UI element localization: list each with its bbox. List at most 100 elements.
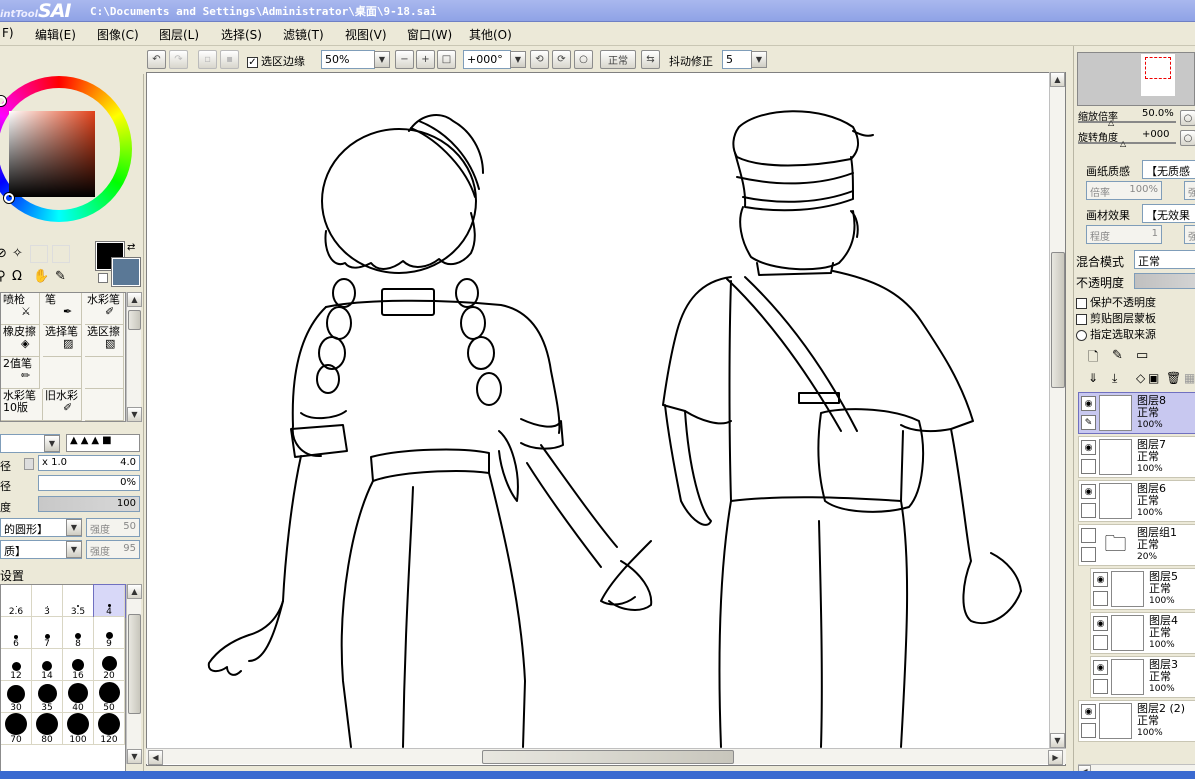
tool-binary-pen[interactable]: 2值笔 ✏ (1, 357, 40, 389)
saturation-value-square[interactable] (9, 111, 95, 197)
tool-select-eraser[interactable]: 选区擦 ▧ (85, 325, 124, 357)
paint-brush-icon[interactable]: ✎ (1081, 415, 1096, 430)
navigator-viewport[interactable] (1145, 57, 1171, 79)
layer-row[interactable]: ◉ 图层2 (2) 正常 100% (1078, 700, 1195, 742)
lasso-icon[interactable]: ⊘ (0, 246, 7, 261)
brush-size-cell[interactable]: 2.6 (1, 585, 32, 617)
brush-size-cell[interactable]: 12 (1, 649, 32, 681)
drawing-canvas[interactable] (146, 72, 1066, 766)
material-strength-field[interactable]: 强 (1184, 225, 1195, 244)
secondary-color-swatch[interactable] (111, 257, 141, 287)
visibility-eye-icon[interactable]: ◉ (1081, 484, 1096, 499)
scroll-down-icon[interactable]: ▼ (1050, 733, 1065, 748)
layer-lock-box[interactable] (1081, 459, 1096, 474)
scroll-down-icon[interactable]: ▼ (127, 749, 142, 764)
tool-airbrush[interactable]: 喷枪 ⚔ (1, 293, 40, 325)
layer-row[interactable]: ◉ 图层3 正常 100% (1090, 656, 1195, 698)
angle-reset-button[interactable]: ○ (1180, 130, 1195, 146)
brush-size-cell[interactable]: 120 (94, 713, 125, 745)
brush-size-cell[interactable]: 30 (1, 681, 32, 713)
transfer-down-icon[interactable]: ⤓ (1112, 371, 1117, 386)
slider-thumb-icon[interactable]: △ (1120, 139, 1126, 148)
visibility-eye-icon[interactable]: ◉ (1093, 616, 1108, 631)
invert-selection-button[interactable]: ▪ (220, 50, 239, 69)
brush-size-cell[interactable]: 3 (32, 585, 63, 617)
tool-old-watercolor[interactable]: 旧水彩 ✐ (43, 389, 82, 421)
density-slider[interactable]: 100 (38, 496, 140, 512)
brush-size-cell[interactable]: 3.5 (63, 585, 94, 617)
stabilizer-select[interactable]: 5 (722, 50, 752, 69)
zoom-reset-button[interactable]: □ (437, 50, 456, 69)
rotate-tool-icon[interactable]: Ω (12, 269, 22, 284)
layer-mask-icon[interactable]: ▣ (1148, 371, 1159, 385)
layer-extra-icon[interactable]: ▦ (1184, 371, 1195, 385)
visibility-eye-icon[interactable]: ◉ (1081, 396, 1096, 411)
visibility-eye-icon[interactable]: ◉ (1081, 440, 1096, 455)
opacity-slider[interactable] (1134, 273, 1195, 289)
tool-grid-scrollbar[interactable]: ▲ ▼ (126, 292, 142, 422)
paper-rate-field[interactable]: 倍率 100% (1086, 181, 1162, 200)
angle-slider[interactable] (1078, 142, 1176, 144)
brush-size-cell[interactable]: 20 (94, 649, 125, 681)
deselect-button[interactable]: ▫ (198, 50, 217, 69)
size-lock-toggle[interactable] (24, 458, 34, 470)
merge-down-icon[interactable]: ⇓ (1088, 371, 1098, 385)
shape-strength-field[interactable]: 强度 50 (86, 518, 140, 537)
menu-image[interactable]: 图像(C) (97, 26, 139, 43)
brush-size-cell[interactable]: 6 (1, 617, 32, 649)
brush-texture-dropdown-arrow[interactable]: ▼ (66, 541, 82, 558)
checkbox-checked-icon[interactable]: ✓ (247, 56, 258, 68)
brush-size-cell[interactable]: 80 (32, 713, 63, 745)
layer-lock-box[interactable] (1081, 723, 1096, 738)
rotate-reset-button[interactable]: ○ (574, 50, 593, 69)
layer-lock-box[interactable] (1093, 591, 1108, 606)
tool-eraser[interactable]: 橡皮擦 ◈ (1, 325, 40, 357)
scroll-left-icon[interactable]: ◀ (148, 750, 163, 765)
rotate-right-button[interactable]: ⟳ (552, 50, 571, 69)
zoom-out-button[interactable]: − (395, 50, 414, 69)
menu-layer[interactable]: 图层(L) (159, 26, 199, 43)
brush-size-cell[interactable]: 70 (1, 713, 32, 745)
brush-size-cell[interactable]: 8 (63, 617, 94, 649)
rotation-dropdown-arrow[interactable]: ▼ (510, 51, 526, 68)
brush-size-cell[interactable]: 7 (32, 617, 63, 649)
hand-icon[interactable]: ✋ (33, 269, 49, 284)
rotation-select[interactable]: +000° (463, 50, 511, 69)
layer-lock-box[interactable] (1081, 503, 1096, 518)
select-source-radio[interactable]: 指定选取来源 (1076, 326, 1156, 342)
paper-strength-field[interactable]: 强 (1184, 181, 1195, 200)
scroll-up-icon[interactable]: ▲ (127, 292, 142, 307)
scroll-thumb[interactable] (1051, 252, 1065, 388)
material-degree-field[interactable]: 程度 1 (1086, 225, 1162, 244)
brush-mode-dropdown-arrow[interactable]: ▼ (44, 435, 60, 452)
menu-view[interactable]: 视图(V) (345, 26, 387, 43)
layer-lock-box[interactable] (1081, 547, 1096, 562)
zoom-tool-icon[interactable]: ⚲ (0, 269, 6, 284)
slider-thumb-icon[interactable]: △ (1108, 118, 1114, 127)
magic-wand-icon[interactable]: ✧ (12, 246, 23, 261)
visibility-eye-icon[interactable] (1081, 528, 1096, 543)
brush-size-field[interactable]: x 1.0 4.0 (38, 455, 140, 471)
texture-strength-field[interactable]: 强度 95 (86, 540, 140, 559)
material-select[interactable]: 【无效果 (1142, 204, 1195, 223)
scroll-right-icon[interactable]: ▶ (1048, 750, 1063, 765)
scroll-down-icon[interactable]: ▼ (127, 407, 142, 422)
zoom-slider[interactable] (1078, 121, 1176, 123)
brush-size-cell[interactable]: 9 (94, 617, 125, 649)
selection-edge-toggle[interactable]: ✓ 选区边缘 (247, 53, 305, 69)
menu-filter[interactable]: 滤镜(T) (283, 26, 324, 43)
zoom-in-button[interactable]: + (416, 50, 435, 69)
scroll-thumb[interactable] (128, 310, 141, 330)
layer-row[interactable]: ◉ ✎ 图层8 正常 100% (1078, 392, 1195, 434)
menu-edit[interactable]: 编辑(E) (35, 26, 76, 43)
layer-lock-box[interactable] (1093, 679, 1108, 694)
scroll-thumb[interactable] (128, 614, 141, 714)
visibility-eye-icon[interactable]: ◉ (1093, 572, 1108, 587)
menu-other[interactable]: 其他(O) (469, 26, 512, 43)
tool-empty[interactable] (43, 357, 82, 389)
zoom-reset-button[interactable]: ○ (1180, 110, 1195, 126)
new-layer-icon[interactable]: 🗋 (1088, 348, 1098, 370)
layer-row[interactable]: ◉ 图层6 正常 100% (1078, 480, 1195, 522)
canvas-horizontal-scrollbar[interactable]: ◀ ▶ (146, 748, 1066, 765)
delete-layer-icon[interactable]: 🗑 (1166, 371, 1181, 385)
